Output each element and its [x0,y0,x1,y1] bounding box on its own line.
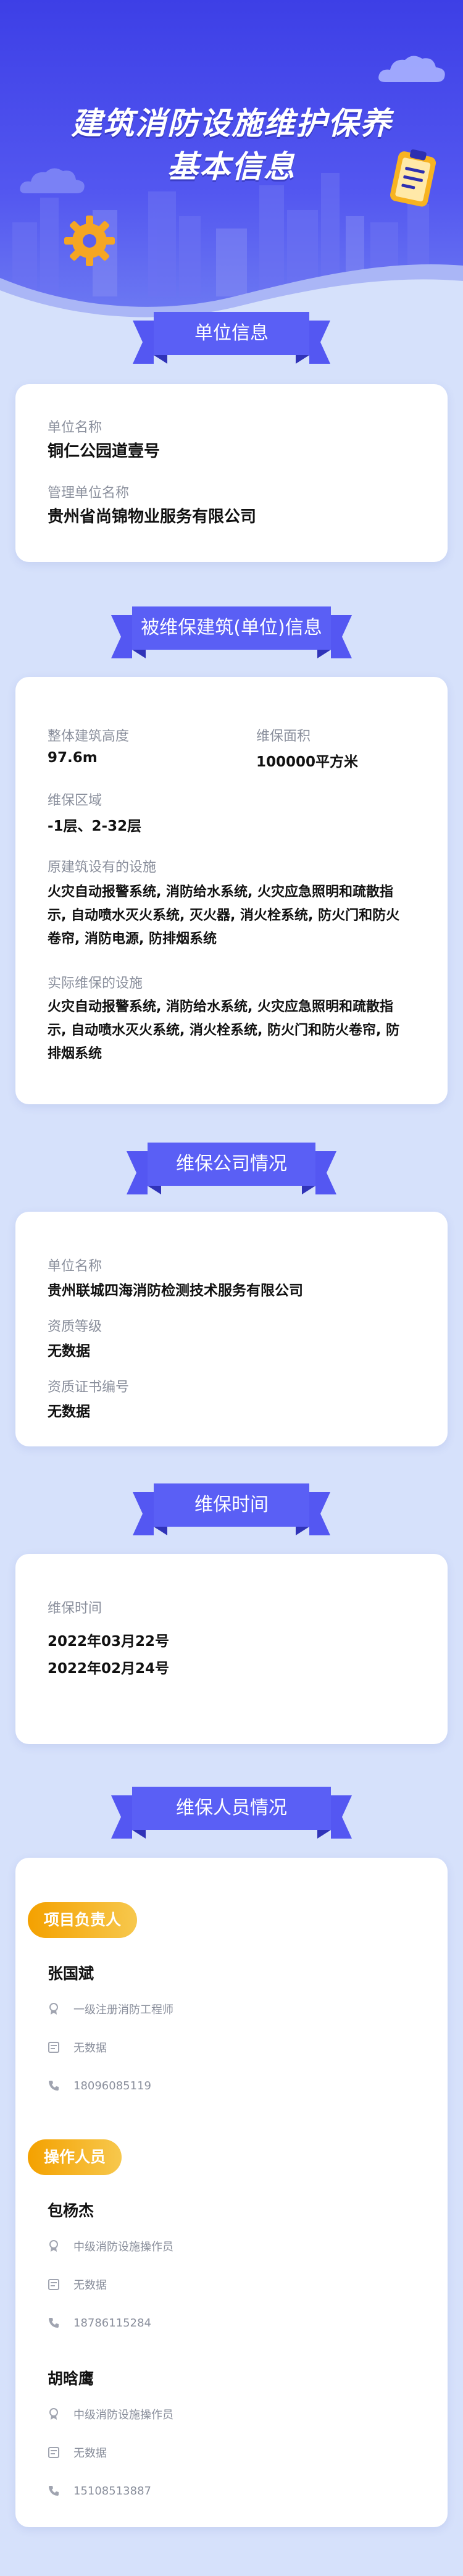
mgmt-name-label: 管理单位名称 [48,485,130,501]
section-title: 维保公司情况 [176,1153,287,1175]
section-title: 单位信息 [194,322,269,344]
certificate-icon [49,2240,58,2252]
operator-cert-row: 中级消防设施操作员 [48,2405,173,2423]
height-value: 97.6m [48,750,98,766]
section-heading-building: 被维保建筑(单位)信息 [111,606,352,660]
certificate-icon [49,2408,58,2420]
region-value: -1层、2-32层 [48,818,142,834]
date-2: 2022年02月24号 [48,1661,170,1677]
company-name-label: 单位名称 [48,1259,102,1274]
operator-name: 包杨杰 [48,2202,94,2220]
region-label: 维保区域 [48,793,102,808]
date-1: 2022年03月22号 [48,1634,170,1650]
section-title: 维保人员情况 [176,1797,287,1819]
id-card-icon [48,2447,59,2458]
original-facilities-text: 火灾自动报警系统, 消防给水系统, 火灾应急照明和疏散指 示, 自动喷水灭火系统… [48,884,400,947]
leader-id-row: 无数据 [48,2038,107,2057]
operator-phone-row: 18786115284 [48,2314,151,2332]
original-facilities-label: 原建筑设有的设施 [48,860,157,875]
mgmt-name-value: 贵州省尚锦物业服务有限公司 [48,508,257,526]
time-label: 维保时间 [48,1601,102,1616]
grade-label: 资质等级 [48,1319,102,1335]
certificate-icon [49,2003,58,2015]
leader-phone-row: 18096085119 [48,2076,151,2095]
page-title: 建筑消防设施维护保养 [71,106,392,141]
operator-cert-row: 中级消防设施操作员 [48,2237,173,2255]
section-title: 被维保建筑(单位)信息 [141,617,322,639]
leader-badge: 项目负责人 [28,1902,138,1938]
cloud-icon [378,56,445,82]
operator-phone-row: 15108513887 [48,2482,151,2500]
actual-facilities-label: 实际维保的设施 [48,976,143,991]
time-info-card: 维保时间 2022年03月22号 2022年02月24号 [15,1554,448,1744]
section-title: 维保时间 [194,1494,269,1516]
leader-cert-row: 一级注册消防工程师 [48,2000,173,2018]
section-heading-time: 维保时间 [133,1483,330,1537]
cert-label: 资质证书编号 [48,1380,130,1395]
id-card-icon [48,2042,59,2053]
id-card-icon [48,2279,59,2290]
operator-id-row: 无数据 [48,2275,107,2294]
header-banner: 建筑消防设施维护保养 基本信息 [0,0,463,321]
phone-icon [49,2486,59,2496]
phone-icon [49,2081,59,2091]
section-heading-staff: 维保人员情况 [111,1787,352,1840]
company-info-card: 单位名称 贵州联城四海消防检测技术服务有限公司 资质等级 无数据 资质证书编号 … [15,1212,448,1446]
area-value: 100000平方米 [256,754,359,770]
unit-name-label: 单位名称 [48,420,102,435]
section-heading-unit: 单位信息 [133,312,330,365]
unit-info-card: 单位名称 铜仁公园道壹号 管理单位名称 贵州省尚锦物业服务有限公司 [15,384,448,562]
operator-badge: 操作人员 [28,2139,122,2175]
gear-icon [64,216,115,266]
phone-icon [49,2318,59,2328]
leader-name: 张国斌 [48,1965,94,1982]
cert-value: 无数据 [48,1404,90,1420]
grade-value: 无数据 [48,1343,90,1359]
company-name-value: 贵州联城四海消防检测技术服务有限公司 [48,1283,303,1299]
staff-info-card: 项目负责人 张国斌 一级注册消防工程师 无数据 18096085119 操作人员… [15,1858,448,2527]
section-heading-company: 维保公司情况 [127,1143,336,1196]
operator-id-row: 无数据 [48,2443,107,2462]
actual-facilities-text: 火灾自动报警系统, 消防给水系统, 火灾应急照明和疏散指 示, 自动喷水灭火系统… [48,999,400,1062]
operator-name: 胡晗鹰 [48,2370,94,2388]
page-subtitle: 基本信息 [167,149,296,185]
unit-name-value: 铜仁公园道壹号 [48,442,161,461]
building-info-card: 整体建筑高度 97.6m 维保面积 100000平方米 维保区域 -1层、2-3… [15,677,448,1104]
height-label: 整体建筑高度 [48,729,130,744]
area-label: 维保面积 [256,729,311,744]
